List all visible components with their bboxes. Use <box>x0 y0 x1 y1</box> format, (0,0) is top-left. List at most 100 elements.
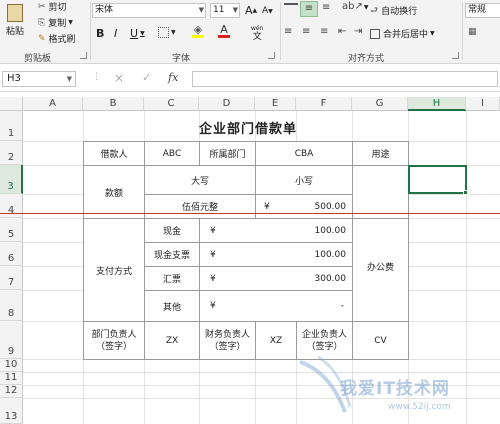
uppercase-value[interactable]: 伍佰元整 <box>144 194 256 219</box>
grow-font-button[interactable]: A ▲ <box>245 4 257 17</box>
column-header-g[interactable]: G <box>352 97 408 111</box>
column-header-c[interactable]: C <box>144 97 199 111</box>
align-left-button[interactable]: ≡ <box>284 27 292 37</box>
amount-label[interactable]: 款额 <box>83 165 145 219</box>
insert-function-icon[interactable]: fx <box>168 71 178 84</box>
payment-method-label[interactable]: 支付方式 <box>83 218 145 322</box>
wrap-text-icon: ⮐ <box>370 5 379 16</box>
font-size-select[interactable]: 11 ▼ <box>210 3 240 18</box>
enter-icon[interactable]: ✓ <box>142 71 151 84</box>
row-header-13[interactable]: 13 <box>0 398 23 424</box>
method-amount-check[interactable]: ¥ 100.00 <box>199 242 353 267</box>
row-header-7[interactable]: 7 <box>0 266 23 290</box>
align-middle-button[interactable]: ≡ <box>300 1 318 17</box>
row-header-5[interactable]: 5 <box>0 218 23 242</box>
ribbon: 粘贴 ✂ 剪切 ⎘ 复制 ▼ ✎ 格式刷 剪贴板 宋体 ▼ 11 ▼ A ▲ A ▼… <box>0 0 500 64</box>
method-name-cash[interactable]: 现金 <box>144 218 200 243</box>
underline-button[interactable]: U ▼ <box>130 27 145 40</box>
font-launcher-icon[interactable] <box>268 52 275 59</box>
red-annotation-line <box>0 213 500 214</box>
wrap-text-button[interactable]: ⮐ 自动换行 <box>370 4 417 18</box>
format-painter-button[interactable]: ✎ 格式刷 <box>38 32 76 46</box>
currency-symbol: ¥ <box>210 273 216 284</box>
purpose-value-top[interactable] <box>352 165 409 219</box>
orientation-button[interactable]: ab↗ ▼ <box>342 2 368 12</box>
dept-head-label[interactable]: 部门负责人 （签字） <box>83 321 145 360</box>
paste-button[interactable]: 粘贴 <box>2 4 28 37</box>
dept-label[interactable]: 所属部门 <box>199 141 256 166</box>
formula-input[interactable] <box>192 71 498 87</box>
currency-symbol: ¥ <box>210 225 216 236</box>
dept-head-value[interactable]: ZX <box>144 321 200 360</box>
align-center-button[interactable]: ≡ <box>302 27 310 37</box>
column-header-h[interactable]: H <box>408 97 466 111</box>
cancel-icon[interactable]: × <box>114 71 124 85</box>
orientation-icon: ab↗ <box>342 1 363 12</box>
method-amount-draft[interactable]: ¥ 300.00 <box>199 266 353 291</box>
borrower-label[interactable]: 借款人 <box>83 141 145 166</box>
method-amount-cash[interactable]: ¥ 100.00 <box>199 218 353 243</box>
column-header-e[interactable]: E <box>255 97 296 111</box>
purpose-label[interactable]: 用途 <box>352 141 409 166</box>
row-header-1[interactable]: 1 <box>0 111 23 141</box>
row-header-12[interactable]: 12 <box>0 385 23 398</box>
alignment-launcher-icon[interactable] <box>452 52 459 59</box>
dept-value[interactable]: CBA <box>255 141 353 166</box>
paint-bucket-icon: ◈ <box>193 23 203 36</box>
font-name-select[interactable]: 宋体 ▼ <box>92 3 206 18</box>
align-right-button[interactable]: ≡ <box>320 27 328 37</box>
column-header-f[interactable]: F <box>296 97 352 111</box>
accounting-format-button[interactable]: ▦ <box>468 27 477 37</box>
row-header-6[interactable]: 6 <box>0 242 23 266</box>
alignment-group-label: 对齐方式 <box>348 54 385 64</box>
lowercase-label[interactable]: 小写 <box>255 165 353 195</box>
row-header-10[interactable]: 10 <box>0 359 23 372</box>
chevron-down-icon: ▼ <box>363 3 369 11</box>
row-header-4[interactable]: 4 <box>0 194 23 218</box>
method-name-other[interactable]: 其他 <box>144 290 200 322</box>
method-name-draft[interactable]: 汇票 <box>144 266 200 291</box>
bold-button[interactable]: B <box>96 27 104 40</box>
merge-center-button[interactable]: 合并后居中 ▼ <box>370 27 435 40</box>
border-button[interactable]: ▼ <box>158 27 176 38</box>
copy-button[interactable]: ⎘ 复制 ▼ <box>38 16 73 30</box>
column-header-i[interactable]: I <box>466 97 500 111</box>
align-top-button[interactable] <box>284 3 298 15</box>
column-header-d[interactable]: D <box>199 97 255 111</box>
column-header-b[interactable]: B <box>83 97 144 111</box>
select-all-corner[interactable] <box>0 97 23 111</box>
align-bottom-button[interactable]: ≡ <box>322 3 330 13</box>
borrower-value[interactable]: ABC <box>144 141 200 166</box>
row-header-8[interactable]: 8 <box>0 290 23 321</box>
phonetic-button[interactable]: wén 文 <box>251 25 263 42</box>
watermark: 我爱IT技术网 www.52ij.com <box>290 352 495 422</box>
row-header-11[interactable]: 11 <box>0 372 23 385</box>
watermark-text: 我爱IT技术网 <box>340 379 450 399</box>
method-amount-other[interactable]: ¥ - <box>199 290 353 322</box>
chevron-down-icon: ▼ <box>68 19 73 26</box>
decrease-indent-button[interactable]: ⇤ <box>338 27 346 37</box>
row-header-3[interactable]: 3 <box>0 165 23 194</box>
row-header-2[interactable]: 2 <box>0 141 23 165</box>
finance-head-label[interactable]: 财务负责人 （签字） <box>199 321 256 360</box>
page-title[interactable]: 企业部门借款单 <box>144 115 352 139</box>
clipboard-launcher-icon[interactable] <box>80 52 87 59</box>
name-box[interactable]: H3 ▼ <box>2 71 76 87</box>
align-top-icon <box>284 3 298 15</box>
number-format-select[interactable]: 常规 <box>465 3 500 18</box>
uppercase-label[interactable]: 大写 <box>144 165 256 195</box>
font-color-swatch <box>218 35 230 38</box>
lowercase-amount-cell[interactable]: ¥ 500.00 <box>255 194 353 219</box>
method-name-check[interactable]: 现金支票 <box>144 242 200 267</box>
column-header-a[interactable]: A <box>23 97 83 111</box>
purpose-value[interactable]: 办公费 <box>352 218 409 322</box>
font-color-button[interactable]: A <box>218 24 230 38</box>
selected-cell-h3[interactable] <box>408 165 467 194</box>
fill-color-button[interactable]: ◈ <box>192 23 204 38</box>
increase-indent-button[interactable]: ⇥ <box>354 27 362 37</box>
row-header-9[interactable]: 9 <box>0 321 23 359</box>
italic-button[interactable]: I <box>114 27 117 40</box>
cut-button[interactable]: ✂ 剪切 <box>38 0 67 14</box>
shrink-font-button[interactable]: A ▼ <box>262 6 273 16</box>
fill-handle[interactable] <box>463 190 468 195</box>
